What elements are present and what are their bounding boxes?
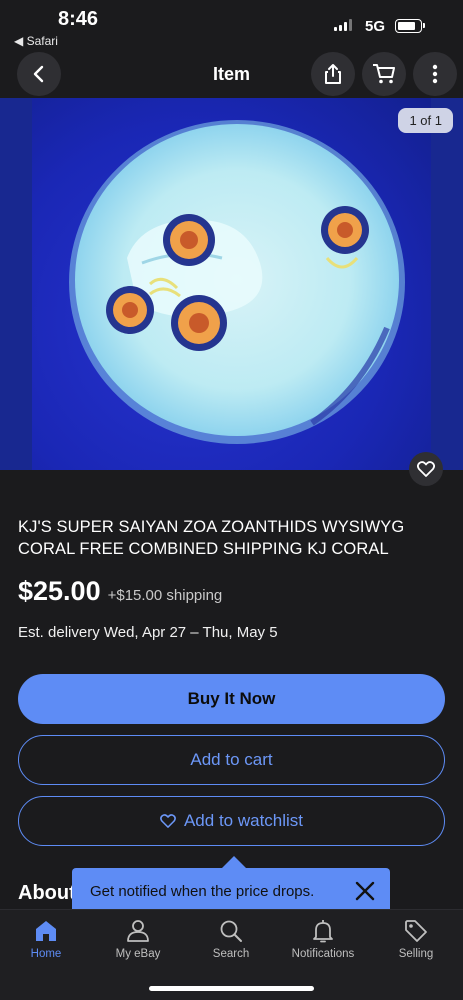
estimated-delivery: Est. delivery Wed, Apr 27 – Thu, May 5 xyxy=(18,624,278,641)
add-to-watchlist-button[interactable]: Add to watchlist xyxy=(18,796,445,846)
status-bar: 8:46 ◀ Safari 5G xyxy=(0,0,463,50)
battery-icon xyxy=(395,19,425,33)
item-title: KJ'S SUPER SAIYAN ZOA ZOANTHIDS WYSIWYG … xyxy=(18,518,405,558)
shipping-cost: +$15.00 shipping xyxy=(107,587,223,604)
home-icon xyxy=(36,921,56,941)
tooltip-arrow xyxy=(222,856,246,868)
coral-photo xyxy=(69,120,405,444)
tooltip-text: Get notified when the price drops. xyxy=(90,882,315,900)
tab-notifications[interactable]: Notifications xyxy=(277,918,369,960)
product-photo xyxy=(32,98,431,470)
tab-label: Notifications xyxy=(291,948,355,960)
network-label: 5G xyxy=(365,18,386,35)
close-icon[interactable] xyxy=(354,880,376,902)
signal-icon xyxy=(334,19,352,31)
share-icon xyxy=(325,64,341,84)
home-indicator xyxy=(149,986,314,991)
tab-my-ebay[interactable]: My eBay xyxy=(92,918,184,960)
more-button[interactable] xyxy=(413,52,457,96)
add-to-cart-label: Add to cart xyxy=(190,750,273,769)
status-time: 8:46 xyxy=(58,8,99,30)
add-to-watchlist-label: Add to watchlist xyxy=(183,811,304,830)
heart-icon xyxy=(160,814,176,828)
favorite-button[interactable] xyxy=(409,452,443,486)
bell-icon xyxy=(313,920,333,943)
buy-it-now-button[interactable]: Buy It Now xyxy=(18,674,445,724)
heart-icon xyxy=(417,461,435,477)
buy-it-now-label: Buy It Now xyxy=(187,689,276,708)
product-image-gallery[interactable]: 1 of 1 xyxy=(0,98,463,470)
price-row: $25.00 +$15.00 shipping xyxy=(18,576,222,607)
add-to-cart-button[interactable]: Add to cart xyxy=(18,735,445,785)
item-price: $25.00 xyxy=(18,576,101,606)
tab-search[interactable]: Search xyxy=(185,918,277,960)
price-drop-tooltip: Get notified when the price drops. xyxy=(72,868,390,914)
search-icon xyxy=(220,920,242,942)
tab-selling[interactable]: Selling xyxy=(370,918,462,960)
back-to-safari-link[interactable]: ◀ Safari xyxy=(14,34,58,48)
tab-label: Search xyxy=(212,948,250,960)
person-icon xyxy=(127,920,149,942)
cart-icon xyxy=(373,64,395,84)
photo-counter: 1 of 1 xyxy=(398,108,453,133)
cart-button[interactable] xyxy=(362,52,406,96)
tab-home[interactable]: Home xyxy=(0,918,92,960)
more-icon xyxy=(432,64,438,84)
tab-label: My eBay xyxy=(115,948,161,960)
tab-label: Home xyxy=(30,948,62,960)
tag-icon xyxy=(405,920,427,942)
tab-label: Selling xyxy=(398,948,434,960)
share-button[interactable] xyxy=(311,52,355,96)
nav-bar: Item xyxy=(0,52,463,98)
